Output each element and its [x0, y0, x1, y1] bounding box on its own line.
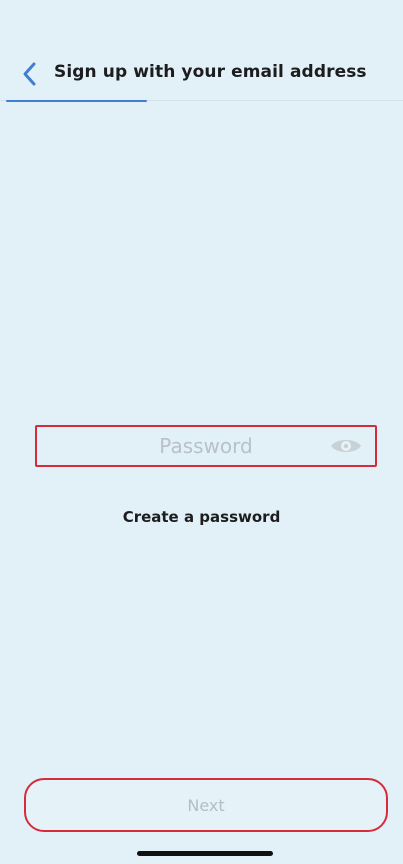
- page-title: Sign up with your email address: [54, 62, 367, 82]
- eye-icon: [331, 440, 361, 452]
- progress-bar: [0, 100, 403, 102]
- home-indicator: [137, 851, 273, 856]
- signup-password-screen: Sign up with your email address Create a…: [0, 0, 403, 864]
- password-input[interactable]: [74, 433, 338, 459]
- helper-text: Create a password: [122, 508, 281, 526]
- header: Sign up with your email address: [0, 0, 403, 100]
- next-button[interactable]: Next: [24, 778, 388, 832]
- toggle-password-visibility-button[interactable]: [329, 434, 363, 458]
- back-button[interactable]: [16, 60, 44, 88]
- password-field[interactable]: [35, 425, 377, 467]
- next-button-label: Next: [187, 795, 225, 815]
- progress-fill: [6, 100, 147, 102]
- chevron-left-icon: [23, 62, 36, 86]
